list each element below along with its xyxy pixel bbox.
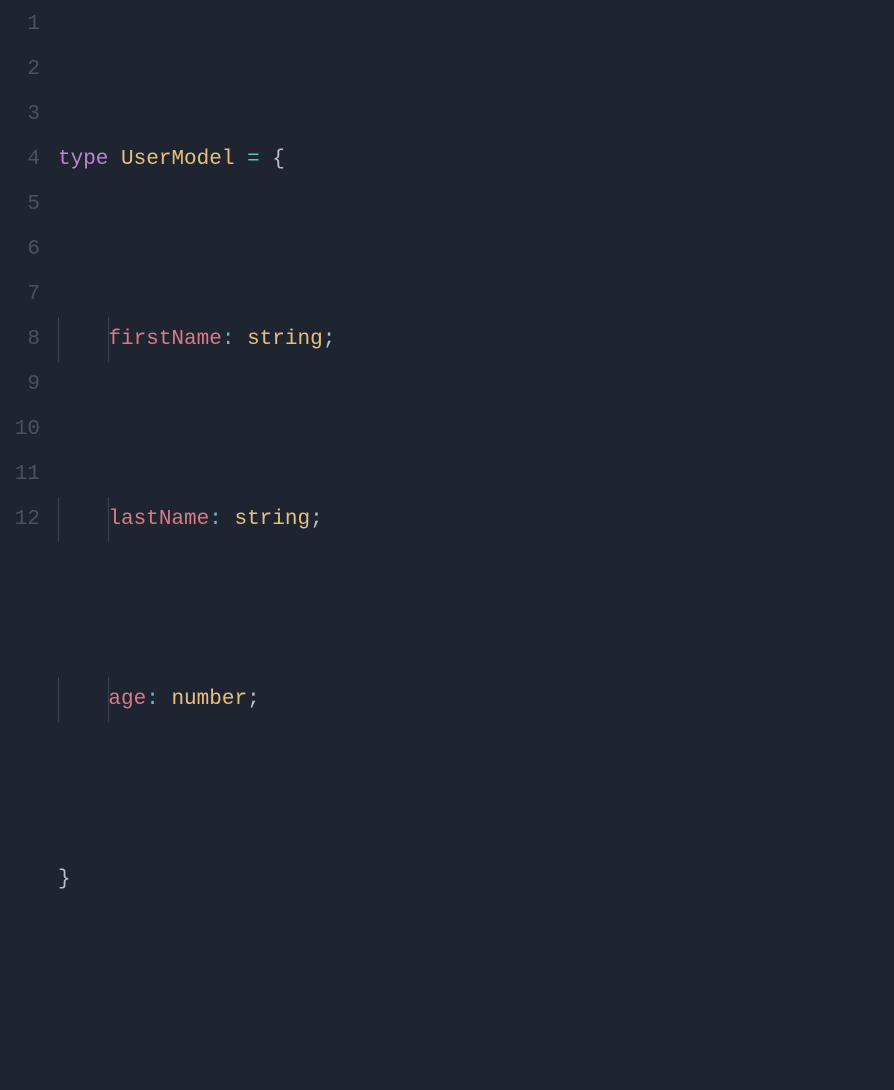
property: firstName	[108, 328, 221, 351]
line-number: 9	[0, 362, 40, 407]
close-brace: }	[58, 868, 71, 891]
code-line[interactable]: lastName: string;	[58, 497, 894, 542]
line-number: 7	[0, 272, 40, 317]
line-number: 5	[0, 182, 40, 227]
code-area[interactable]: type UserModel = { firstName: string; la…	[58, 0, 894, 545]
property: age	[108, 688, 146, 711]
type-name: UserModel	[121, 148, 234, 171]
line-number: 3	[0, 92, 40, 137]
line-number: 12	[0, 497, 40, 542]
keyword-type: type	[58, 148, 108, 171]
code-line[interactable]: }	[58, 857, 894, 902]
code-line[interactable]	[58, 1037, 894, 1082]
line-number: 8	[0, 317, 40, 362]
line-number: 1	[0, 2, 40, 47]
code-line[interactable]: age: number;	[58, 677, 894, 722]
line-number: 6	[0, 227, 40, 272]
type-ref: string	[234, 508, 310, 531]
type-ref: string	[247, 328, 323, 351]
type-ref: number	[171, 688, 247, 711]
line-number: 10	[0, 407, 40, 452]
code-line[interactable]: type UserModel = {	[58, 137, 894, 182]
line-number: 11	[0, 452, 40, 497]
open-brace: {	[272, 148, 285, 171]
line-number-gutter: 1 2 3 4 5 6 7 8 9 10 11 12	[0, 0, 58, 545]
code-editor[interactable]: 1 2 3 4 5 6 7 8 9 10 11 12 type UserMode…	[0, 0, 894, 545]
line-number: 2	[0, 47, 40, 92]
code-line[interactable]: firstName: string;	[58, 317, 894, 362]
equals: =	[247, 148, 260, 171]
line-number: 4	[0, 137, 40, 182]
property: lastName	[108, 508, 209, 531]
